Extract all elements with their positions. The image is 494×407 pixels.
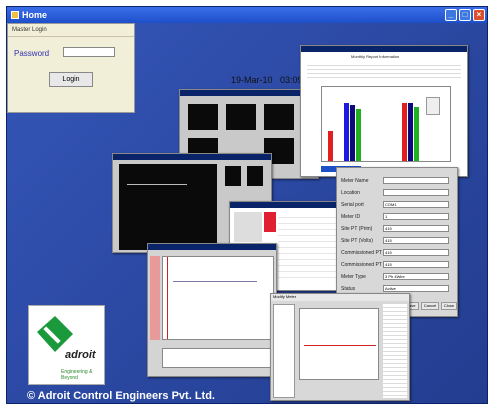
minimize-button[interactable]: _ [445,9,457,21]
login-header: Master Login [8,24,134,37]
maximize-button[interactable]: □ [459,9,471,21]
meter-list [273,304,295,398]
trend-scale [150,256,160,340]
form-select[interactable]: Active [383,285,449,292]
form-select[interactable]: 3 Ph 4Wire [383,273,449,280]
form-input[interactable]: 415 [383,249,449,256]
screenshot-panel-report: Monthly Report Information [300,45,468,177]
logo-name: adroit [65,349,96,361]
chart-bar [408,103,413,161]
company-logo: adroit Engineering & Beyond [28,305,105,385]
chart-bar [414,107,419,161]
logo-tagline: Engineering & Beyond [61,369,93,381]
app-icon [11,11,19,19]
meter-display [225,166,241,186]
report-title: Monthly Report Information [351,54,400,59]
form-label: Serial port [341,202,364,208]
window-title: Home [22,10,48,20]
close-button[interactable]: × [473,9,485,21]
chart-bar [328,131,333,161]
form-close-button[interactable]: Close [441,302,457,310]
form-label: Site PT (Prim) [341,226,373,232]
chart-bar [344,103,349,161]
mimic-screen [188,104,218,130]
monitor-screen [119,164,217,250]
modify-header: Modify Meter [271,294,409,301]
chart-bar [356,109,361,161]
meter-display [247,166,263,186]
modify-trend-graph [299,308,379,380]
main-window: Home _ □ × Master Login Password Login 1… [6,6,488,404]
trend-graph [162,256,274,340]
login-dialog: Master Login Password Login [7,23,135,113]
form-label: Meter ID [341,214,361,220]
form-input[interactable]: 415 [383,261,449,268]
form-input[interactable]: 415 [383,237,449,244]
form-label: Meter Name [341,178,369,184]
chart-legend [426,97,440,115]
form-input[interactable] [383,177,449,184]
form-select[interactable]: COM1 [383,201,449,208]
cancel-button[interactable]: Cancel [421,302,439,310]
form-label: Location [341,190,360,196]
data-table [383,304,407,398]
alarm-cell [264,212,276,232]
title-bar: Home _ □ × [7,7,487,23]
footer-copyright: © Adroit Control Engineers Pvt. Ltd. [27,390,215,402]
form-input[interactable]: 415 [383,225,449,232]
form-input[interactable]: 1 [383,213,449,220]
report-bar-chart [321,86,451,162]
desktop-background: Master Login Password Login 19-Mar-10 03… [7,23,487,403]
form-label: Site PT (Volts) [341,238,373,244]
form-label: Meter Type [341,274,366,280]
form-input[interactable] [383,189,449,196]
login-button[interactable]: Login [49,72,93,87]
password-input[interactable] [63,47,115,57]
clock-date: 19-Mar-10 [231,75,273,85]
mimic-screen [264,104,294,130]
screenshot-panel-trend [147,243,277,377]
form-label: Status [341,286,356,292]
report-table [307,62,461,78]
password-label: Password [14,49,50,58]
mimic-screen [226,104,256,130]
chart-bar [402,103,407,161]
screenshot-panel-modify: Modify Meter [270,293,410,401]
chart-bar [350,105,355,161]
